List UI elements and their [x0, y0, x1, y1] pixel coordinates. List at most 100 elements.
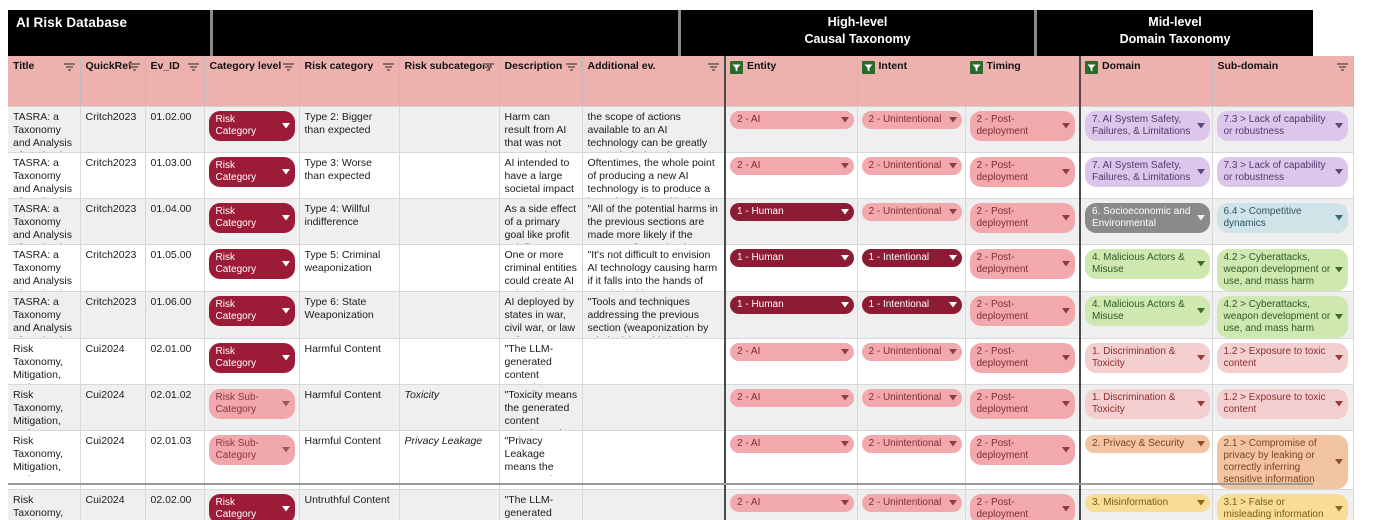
cell-intent[interactable]: 1 - Intentional: [857, 291, 966, 339]
cell-subdomain[interactable]: 2.1 > Compromise of privacy by leaking o…: [1212, 430, 1354, 490]
dropdown-caret-icon[interactable]: [281, 169, 290, 175]
cell-subdomain[interactable]: 1.2 > Exposure to toxic content: [1212, 338, 1354, 385]
cell-subdomain[interactable]: 7.3 > Lack of capability or robustness: [1212, 106, 1354, 153]
subdomain-pill[interactable]: 1.2 > Exposure to toxic content: [1216, 343, 1348, 373]
cell-risk-subcategory[interactable]: [399, 106, 500, 153]
table-row[interactable]: Risk Taxonomy, Mitigation, and Assessmen…: [8, 384, 1354, 431]
cell-description[interactable]: "Toxicity means the generated content co…: [499, 384, 583, 431]
table-row[interactable]: Risk Taxonomy, Mitigation, and Assessmen…: [8, 338, 1354, 385]
domain-pill[interactable]: 3. Misinformation: [1085, 494, 1210, 512]
subdomain-pill[interactable]: 6.4 > Competitive dynamics: [1216, 203, 1348, 233]
filter-icon[interactable]: [565, 63, 577, 72]
cell-domain[interactable]: 6. Socioeconomic and Environmental: [1079, 198, 1213, 245]
subdomain-pill[interactable]: 2.1 > Compromise of privacy by leaking o…: [1216, 435, 1348, 489]
intent-pill[interactable]: 2 - Unintentional: [861, 343, 962, 361]
cell-risk-subcategory[interactable]: [399, 244, 500, 292]
dropdown-caret-icon[interactable]: [1334, 215, 1343, 221]
cell-timing[interactable]: 2 - Post-deployment: [965, 384, 1081, 431]
cell-description[interactable]: "The LLM-generated content could contain…: [499, 489, 583, 520]
dropdown-caret-icon[interactable]: [841, 255, 849, 261]
dropdown-caret-icon[interactable]: [1061, 355, 1070, 361]
category-level-pill[interactable]: Risk Category: [208, 203, 295, 233]
dropdown-caret-icon[interactable]: [1197, 261, 1205, 267]
cell-title[interactable]: TASRA: a Taxonomy and Analysis of Societ…: [8, 106, 81, 153]
cell-ev-id[interactable]: 01.04.00: [145, 198, 205, 245]
cell-ev-id[interactable]: 02.01.00: [145, 338, 205, 385]
filter-icon[interactable]: [1336, 63, 1348, 72]
dropdown-caret-icon[interactable]: [1061, 215, 1070, 221]
subdomain-pill[interactable]: 4.2 > Cyberattacks, weapon development o…: [1216, 296, 1348, 338]
cell-category-level[interactable]: Risk Category: [204, 489, 300, 520]
cell-intent[interactable]: 2 - Unintentional: [857, 198, 966, 245]
cell-risk-category[interactable]: Harmful Content: [299, 338, 400, 385]
cell-risk-category[interactable]: Untruthful Content: [299, 489, 400, 520]
cell-title[interactable]: TASRA: a Taxonomy and Analysis of Societ…: [8, 198, 81, 245]
dropdown-caret-icon[interactable]: [281, 308, 290, 314]
intent-pill[interactable]: 1 - Intentional: [861, 249, 962, 267]
category-level-pill[interactable]: Risk Category: [208, 296, 295, 326]
dropdown-caret-icon[interactable]: [1334, 169, 1343, 175]
dropdown-caret-icon[interactable]: [281, 447, 290, 453]
column-header-timing[interactable]: Timing: [965, 56, 1081, 107]
dropdown-caret-icon[interactable]: [281, 355, 290, 361]
dropdown-caret-icon[interactable]: [1334, 267, 1343, 273]
column-header-category_level[interactable]: Category level: [204, 56, 300, 107]
cell-risk-category[interactable]: Type 3: Worse than expected: [299, 152, 400, 199]
subdomain-pill[interactable]: 4.2 > Cyberattacks, weapon development o…: [1216, 249, 1348, 291]
cell-domain[interactable]: 1. Discrimination & Toxicity: [1079, 384, 1213, 431]
dropdown-caret-icon[interactable]: [841, 395, 849, 401]
cell-subdomain[interactable]: 6.4 > Competitive dynamics: [1212, 198, 1354, 245]
subdomain-pill[interactable]: 7.3 > Lack of capability or robustness: [1216, 111, 1348, 141]
cell-entity[interactable]: 2 - AI: [724, 384, 858, 431]
table-row[interactable]: Risk Taxonomy, Mitigation, and Assessmen…: [8, 430, 1354, 490]
subdomain-pill[interactable]: 7.3 > Lack of capability or robustness: [1216, 157, 1348, 187]
timing-pill[interactable]: 2 - Post-deployment: [969, 249, 1075, 279]
dropdown-caret-icon[interactable]: [1334, 459, 1343, 465]
cell-domain[interactable]: 4. Malicious Actors & Misuse: [1079, 291, 1213, 339]
dropdown-caret-icon[interactable]: [1197, 308, 1205, 314]
dropdown-caret-icon[interactable]: [1197, 441, 1205, 447]
cell-description[interactable]: Harm can result from AI that was not exp…: [499, 106, 583, 153]
filter-icon[interactable]: [187, 63, 199, 72]
cell-ev-id[interactable]: 01.06.00: [145, 291, 205, 339]
table-row[interactable]: TASRA: a Taxonomy and Analysis of Societ…: [8, 152, 1354, 199]
column-header-quickref[interactable]: QuickRef: [80, 56, 146, 107]
cell-description[interactable]: "Privacy Leakage means the generated con…: [499, 430, 583, 490]
dropdown-caret-icon[interactable]: [841, 163, 849, 169]
dropdown-caret-icon[interactable]: [841, 349, 849, 355]
dropdown-caret-icon[interactable]: [948, 441, 957, 447]
column-header-intent[interactable]: Intent: [857, 56, 966, 107]
cell-timing[interactable]: 2 - Post-deployment: [965, 152, 1081, 199]
domain-pill[interactable]: 4. Malicious Actors & Misuse: [1085, 296, 1210, 326]
cell-category-level[interactable]: Risk Category: [204, 338, 300, 385]
cell-intent[interactable]: 2 - Unintentional: [857, 430, 966, 490]
column-header-description[interactable]: Description: [499, 56, 583, 107]
filter-icon[interactable]: [382, 63, 394, 72]
column-header-ev_id[interactable]: Ev_ID: [145, 56, 205, 107]
timing-pill[interactable]: 2 - Post-deployment: [969, 157, 1075, 187]
cell-risk-subcategory[interactable]: [399, 338, 500, 385]
cell-quickref[interactable]: Cui2024: [80, 338, 146, 385]
filter-active-icon[interactable]: [730, 61, 743, 74]
cell-intent[interactable]: 2 - Unintentional: [857, 338, 966, 385]
domain-pill[interactable]: 2. Privacy & Security: [1085, 435, 1210, 453]
domain-pill[interactable]: 7. AI System Safety, Failures, & Limitat…: [1085, 157, 1210, 187]
category-level-pill[interactable]: Risk Category: [208, 249, 295, 279]
cell-domain[interactable]: 7. AI System Safety, Failures, & Limitat…: [1079, 152, 1213, 199]
entity-pill[interactable]: 1 - Human: [730, 249, 854, 267]
cell-risk-category[interactable]: Type 4: Willful indifference: [299, 198, 400, 245]
column-header-risk_category[interactable]: Risk category: [299, 56, 400, 107]
timing-pill[interactable]: 2 - Post-deployment: [969, 296, 1075, 326]
filter-icon[interactable]: [63, 63, 75, 72]
intent-pill[interactable]: 2 - Unintentional: [861, 389, 962, 407]
cell-quickref[interactable]: Critch2023: [80, 198, 146, 245]
dropdown-caret-icon[interactable]: [948, 255, 957, 261]
cell-entity[interactable]: 2 - AI: [724, 489, 858, 520]
dropdown-caret-icon[interactable]: [1061, 401, 1070, 407]
cell-risk-category[interactable]: Type 2: Bigger than expected: [299, 106, 400, 153]
dropdown-caret-icon[interactable]: [1197, 215, 1205, 221]
category-level-pill[interactable]: Risk Sub-Category: [208, 435, 295, 465]
cell-category-level[interactable]: Risk Category: [204, 106, 300, 153]
domain-pill[interactable]: 6. Socioeconomic and Environmental: [1085, 203, 1210, 233]
cell-ev-id[interactable]: 02.01.03: [145, 430, 205, 490]
